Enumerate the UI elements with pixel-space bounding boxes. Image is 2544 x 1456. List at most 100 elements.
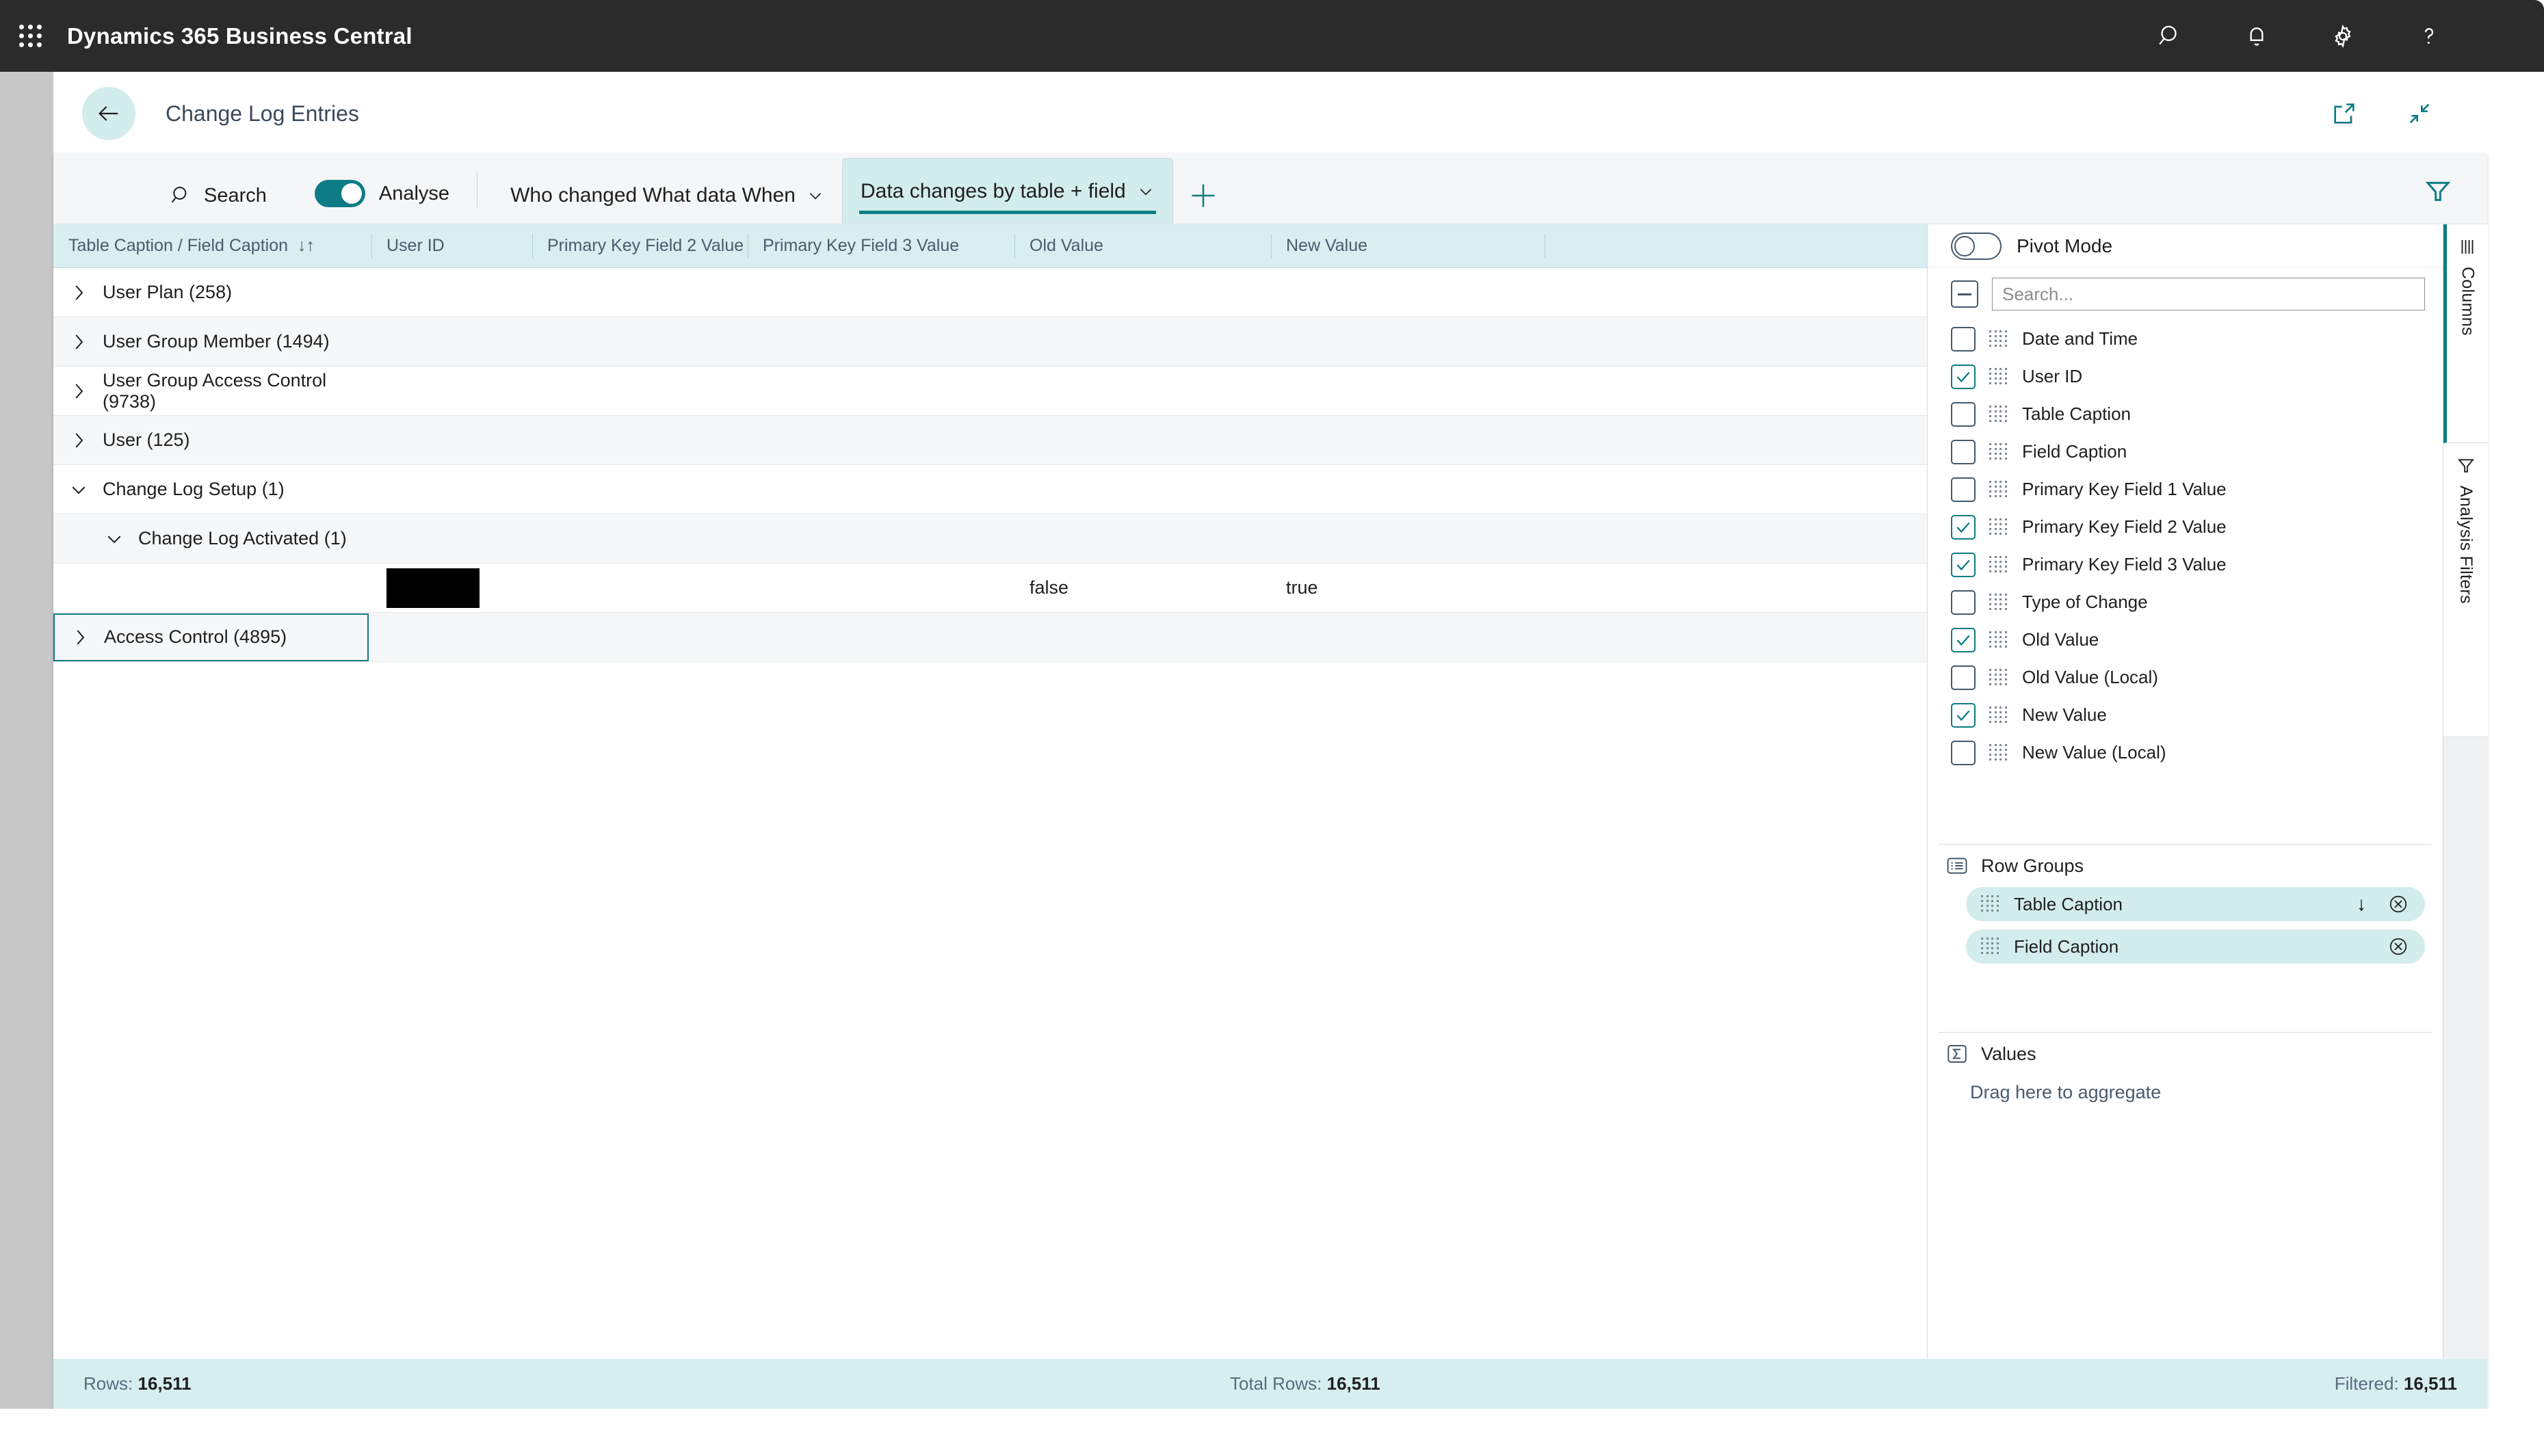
drag-handle-icon[interactable]	[1989, 481, 2008, 499]
column-list-item[interactable]: Primary Key Field 1 Value	[1928, 471, 2443, 508]
drag-handle-icon[interactable]	[1989, 631, 2008, 649]
remove-circle-icon[interactable]	[2387, 892, 2410, 916]
drag-handle-icon[interactable]	[1981, 938, 2000, 955]
chevron-down-icon[interactable]	[67, 478, 90, 501]
tree-node[interactable]: Access Control (4895)	[53, 613, 369, 661]
tree-node[interactable]: User Group Access Control (9738)	[53, 370, 371, 412]
column-list-item[interactable]: Primary Key Field 2 Value	[1928, 508, 2443, 546]
help-question-icon[interactable]	[2410, 17, 2448, 55]
drag-handle-icon[interactable]	[1989, 594, 2008, 611]
analysis-toolbar: Search Analyse Who changed What data Whe…	[53, 154, 2487, 224]
left-gutter	[0, 72, 53, 1456]
table-row[interactable]: User Group Member (1494)	[53, 317, 1927, 367]
settings-gear-icon[interactable]	[2324, 17, 2362, 55]
checkbox-checked-icon[interactable]	[1951, 553, 1976, 577]
side-tab-columns[interactable]: Columns	[2443, 224, 2488, 443]
column-list-item[interactable]: New Value (Local)	[1928, 734, 2443, 771]
app-title: Dynamics 365 Business Central	[67, 23, 412, 49]
grid-column-header[interactable]: Primary Key Field 3 Value	[748, 224, 1014, 268]
pivot-mode-row: Pivot Mode	[1928, 224, 2443, 268]
drag-handle-icon[interactable]	[1989, 556, 2008, 574]
grid-column-header[interactable]: User ID	[371, 224, 532, 268]
grid-column-header[interactable]: New Value	[1271, 224, 1545, 268]
side-tab-analysis-filters[interactable]: Analysis Filters	[2443, 443, 2488, 737]
grid-column-header-blank[interactable]	[1545, 224, 1927, 268]
tree-node[interactable]: Change Log Activated (1)	[53, 527, 347, 551]
pivot-mode-toggle[interactable]	[1951, 233, 2002, 260]
search-button[interactable]: Search	[170, 184, 267, 207]
drag-handle-icon[interactable]	[1989, 406, 2008, 423]
column-list-item[interactable]: Old Value (Local)	[1928, 659, 2443, 696]
grid-column-header[interactable]: Table Caption / Field Caption↓↑	[53, 224, 371, 268]
checkbox-checked-icon[interactable]	[1951, 628, 1976, 652]
analyse-toggle[interactable]	[315, 180, 365, 207]
tree-node[interactable]: Change Log Setup (1)	[53, 478, 285, 501]
table-row[interactable]: User Plan (258)	[53, 268, 1927, 317]
column-list-item[interactable]: New Value	[1928, 696, 2443, 734]
table-row[interactable]: falsetrue	[53, 564, 1927, 613]
chevron-down-icon[interactable]	[1137, 183, 1155, 200]
add-tab-button[interactable]	[1179, 167, 1228, 224]
table-row[interactable]: Access Control (4895)	[53, 613, 1927, 662]
drag-handle-icon[interactable]	[1989, 368, 2008, 386]
checkbox-unchecked-icon[interactable]	[1951, 665, 1976, 690]
chevron-right-icon[interactable]	[67, 281, 90, 304]
column-search-input[interactable]	[1992, 278, 2425, 310]
table-row[interactable]: User Group Access Control (9738)	[53, 367, 1927, 416]
checkbox-unchecked-icon[interactable]	[1951, 477, 1976, 502]
column-list-item[interactable]: Date and Time	[1928, 320, 2443, 358]
row-group-pill[interactable]: Field Caption	[1966, 929, 2425, 964]
chevron-right-icon[interactable]	[67, 380, 90, 403]
drag-handle-icon[interactable]	[1981, 895, 2000, 913]
back-button[interactable]	[82, 87, 135, 140]
chevron-right-icon[interactable]	[67, 429, 90, 452]
tab-data-changes-by-table-field[interactable]: Data changes by table + field	[842, 158, 1173, 224]
values-drop-placeholder[interactable]: Drag here to aggregate	[1928, 1075, 2443, 1103]
tree-node[interactable]: User (125)	[53, 429, 190, 452]
drag-handle-icon[interactable]	[1989, 669, 2008, 687]
chevron-right-icon[interactable]	[67, 330, 90, 354]
column-list-item[interactable]: User ID	[1928, 358, 2443, 395]
checkbox-unchecked-icon[interactable]	[1951, 590, 1976, 615]
column-list-item[interactable]: Field Caption	[1928, 433, 2443, 471]
chevron-right-icon[interactable]	[68, 626, 92, 649]
tree-node[interactable]: User Plan (258)	[53, 281, 232, 304]
column-list-item[interactable]: Type of Change	[1928, 583, 2443, 621]
grid-column-header[interactable]: Primary Key Field 2 Value	[532, 224, 748, 268]
open-in-new-window-icon[interactable]	[2328, 97, 2361, 130]
column-list-item-label: Table Caption	[2022, 403, 2131, 425]
drag-handle-icon[interactable]	[1989, 706, 2008, 724]
row-group-pill[interactable]: Table Caption↓	[1966, 887, 2425, 921]
checkbox-unchecked-icon[interactable]	[1951, 402, 1976, 427]
checkbox-checked-icon[interactable]	[1951, 703, 1976, 728]
collapse-icon[interactable]	[2403, 97, 2436, 130]
remove-circle-icon[interactable]	[2387, 935, 2410, 958]
table-row[interactable]: User (125)	[53, 416, 1927, 465]
checkbox-checked-icon[interactable]	[1951, 365, 1976, 389]
column-list-item[interactable]: Table Caption	[1928, 395, 2443, 433]
column-list-item[interactable]: Primary Key Field 3 Value	[1928, 546, 2443, 583]
search-icon[interactable]	[2151, 17, 2190, 55]
checkbox-checked-icon[interactable]	[1951, 515, 1976, 540]
tree-node[interactable]: User Group Member (1494)	[53, 330, 330, 354]
sort-indicator-icon[interactable]: ↓↑	[298, 236, 315, 256]
checkbox-unchecked-icon[interactable]	[1951, 741, 1976, 765]
checkbox-unchecked-icon[interactable]	[1951, 440, 1976, 464]
drag-handle-icon[interactable]	[1989, 330, 2008, 348]
notifications-bell-icon[interactable]	[2238, 17, 2276, 55]
chevron-down-icon[interactable]	[103, 527, 126, 551]
table-row[interactable]: Change Log Setup (1)	[53, 465, 1927, 514]
waffle-grid-icon[interactable]	[19, 25, 42, 48]
chevron-down-icon[interactable]	[807, 187, 824, 204]
grid-column-header[interactable]: Old Value	[1014, 224, 1271, 268]
drag-handle-icon[interactable]	[1989, 518, 2008, 536]
minus-box-icon[interactable]	[1951, 280, 1978, 308]
table-row[interactable]: Change Log Activated (1)	[53, 514, 1927, 564]
filter-button[interactable]	[2419, 172, 2457, 210]
drag-handle-icon[interactable]	[1989, 744, 2008, 762]
drag-handle-icon[interactable]	[1989, 443, 2008, 461]
column-list-item[interactable]: Old Value	[1928, 621, 2443, 659]
sort-ascending-icon[interactable]: ↓	[2350, 892, 2373, 916]
checkbox-unchecked-icon[interactable]	[1951, 327, 1976, 352]
tab-who-changed-what-data-when[interactable]: Who changed What data When	[493, 167, 842, 224]
